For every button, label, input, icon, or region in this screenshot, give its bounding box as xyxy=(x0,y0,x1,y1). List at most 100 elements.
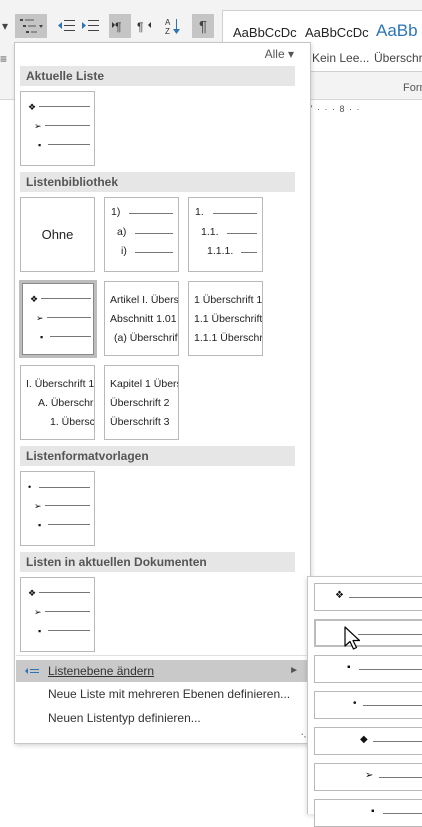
list-number-1-1-1: 1.1.1. xyxy=(207,245,234,257)
current-list-tile[interactable]: ❖ ➢ ▪ xyxy=(20,91,95,166)
pilcrow-icon: ¶ xyxy=(198,17,208,35)
arrow-bullet-icon: ➢ xyxy=(34,607,42,617)
list-tile-bullets-selected[interactable]: ❖ ➢ ▪ xyxy=(19,280,97,358)
define-multilevel-list-item[interactable]: Neue Liste mit mehreren Ebenen definiere… xyxy=(16,683,309,705)
multilevel-list-button[interactable] xyxy=(15,14,47,38)
sort-button[interactable]: AZ xyxy=(162,14,184,38)
list-tile-legal[interactable]: 1. 1.1. 1.1.1. xyxy=(188,197,263,272)
svg-text:¶: ¶ xyxy=(137,20,143,33)
square-bullet-icon: ▪ xyxy=(40,332,44,342)
filter-dropdown[interactable]: Alle ▾ xyxy=(265,47,294,61)
arrow-bullet-icon: ➢ xyxy=(365,770,374,781)
heading-number-line-2: 1.1 Überschrift xyxy=(194,313,263,325)
article-line-2: Abschnitt 1.01 xyxy=(110,313,177,325)
level-5-option[interactable]: ◆ xyxy=(314,727,422,755)
list-number-1: 1) xyxy=(111,206,121,218)
show-formatting-button[interactable]: ¶ xyxy=(192,14,214,38)
svg-text:Z: Z xyxy=(165,27,170,35)
document-list-tile[interactable]: ❖ ➢ ▪ xyxy=(20,577,95,652)
styles-group-label: Form xyxy=(403,82,422,94)
list-level-submenu: ❖ ➢ ▪ • ◆ ➢ ▪ xyxy=(307,576,422,827)
square-bullet-icon: ▪ xyxy=(38,520,42,530)
article-line-1: Artikel I. Übersc xyxy=(110,294,179,306)
diamond-bullet-icon: ❖ xyxy=(28,102,37,112)
change-level-label: Listenebene ändern xyxy=(48,664,155,678)
roman-line-3: 1. Übersc xyxy=(50,416,95,428)
style-preview-standard[interactable]: AaBbCcDc xyxy=(233,25,299,40)
chapter-line-3: Überschrift 3 xyxy=(110,416,170,428)
svg-text:¶: ¶ xyxy=(115,20,121,33)
section-header-styles: Listenformatvorlagen xyxy=(20,446,295,466)
square-bullet-icon: ▪ xyxy=(371,806,375,817)
filter-label: Alle xyxy=(264,47,285,61)
arrow-bullet-icon: ➢ xyxy=(36,313,44,323)
multilevel-list-icon xyxy=(20,19,43,33)
section-header-current: Aktuelle Liste xyxy=(20,66,295,86)
define-list-style-item[interactable]: Neuen Listentyp definieren... xyxy=(16,707,309,729)
level-7-option[interactable]: ▪ xyxy=(314,799,422,827)
mouse-cursor-icon xyxy=(344,626,361,650)
list-number-1-1: 1.1. xyxy=(201,226,219,238)
level-2-option[interactable]: ➢ xyxy=(314,619,422,647)
square-bullet-icon: ▪ xyxy=(38,626,42,636)
style-name-heading: Überschr xyxy=(374,51,422,65)
level-3-option[interactable]: ▪ xyxy=(314,655,422,683)
list-tile-roman-headings[interactable]: I. Überschrift 1 A. Überschr 1. Übersc xyxy=(20,365,95,440)
square-bullet-icon: ▪ xyxy=(347,662,351,673)
list-number-i: i) xyxy=(121,245,127,257)
define-style-label: Neuen Listentyp definieren... xyxy=(48,711,201,725)
resize-grip-icon[interactable]: ⠢ xyxy=(300,730,307,741)
right-to-left-icon: ¶ xyxy=(137,20,151,33)
diamond-bullet-icon: ❖ xyxy=(30,294,39,304)
change-list-level-item[interactable]: Listenebene ändern ► xyxy=(16,660,309,682)
style-preview-no-spacing[interactable]: AaBbCcDc xyxy=(305,25,371,40)
menu-lines-icon: ≡ xyxy=(0,52,8,66)
filter-chevron-icon: ▾ xyxy=(287,47,294,61)
list-number-1-legal: 1. xyxy=(195,206,204,218)
square-bullet-icon: ▪ xyxy=(38,140,42,150)
heading-number-line-1: 1 Überschrift 1 xyxy=(194,294,263,306)
increase-indent-icon xyxy=(82,20,99,31)
arrow-bullet-icon: ➢ xyxy=(34,121,42,131)
section-header-documents: Listen in aktuellen Dokumenten xyxy=(20,552,295,572)
multilevel-list-gallery: Alle ▾ Aktuelle Liste ❖ ➢ ▪ Listenbiblio… xyxy=(14,42,311,744)
level-4-option[interactable]: • xyxy=(314,691,422,719)
article-line-3: (a) Überschrift xyxy=(114,332,179,344)
dot-bullet-icon: • xyxy=(28,482,32,492)
list-style-tile[interactable]: • ➢ ▪ xyxy=(20,471,95,546)
ruler: · 7 · · · 8 · · xyxy=(300,104,361,114)
dot-bullet-icon: • xyxy=(353,698,357,709)
list-tile-chapter-headings[interactable]: Kapitel 1 Übers Überschrift 2 Überschrif… xyxy=(104,365,179,440)
rtl-paragraph-button[interactable]: ¶ xyxy=(133,14,155,38)
list-tile-numbered[interactable]: 1) a) i) xyxy=(104,197,179,272)
increase-indent-button[interactable] xyxy=(80,14,102,38)
diamond-solid-bullet-icon: ◆ xyxy=(360,734,368,745)
none-label: Ohne xyxy=(41,227,74,242)
left-to-right-icon: ¶ xyxy=(112,20,121,33)
section-header-library: Listenbibliothek xyxy=(20,172,295,192)
diamond-bullet-icon: ❖ xyxy=(28,588,37,598)
roman-line-2: A. Überschr xyxy=(38,397,94,409)
chapter-line-1: Kapitel 1 Übers xyxy=(110,378,179,390)
define-multilevel-label: Neue Liste mit mehreren Ebenen definiere… xyxy=(48,687,291,701)
list-number-a: a) xyxy=(117,226,127,238)
style-name-no-spacing: Kein Lee... xyxy=(312,51,370,65)
decrease-indent-icon xyxy=(58,20,75,31)
heading-number-line-3: 1.1.1 Überschr xyxy=(194,332,263,344)
arrow-bullet-icon: ➢ xyxy=(34,501,42,511)
list-tile-articles[interactable]: Artikel I. Übersc Abschnitt 1.01 (a) Übe… xyxy=(104,281,179,356)
submenu-arrow-icon: ► xyxy=(289,665,299,676)
diamond-bullet-icon: ❖ xyxy=(335,590,344,601)
ltr-paragraph-button[interactable]: ¶ xyxy=(109,14,131,38)
menu-divider xyxy=(16,655,309,656)
decrease-indent-button[interactable] xyxy=(56,14,78,38)
list-tile-none[interactable]: Ohne xyxy=(20,197,95,272)
sort-az-icon: AZ xyxy=(165,18,180,35)
style-preview-heading[interactable]: AaBb xyxy=(376,21,422,41)
level-1-option[interactable]: ❖ xyxy=(314,583,422,611)
level-6-option[interactable]: ➢ xyxy=(314,763,422,791)
bullets-dropdown-arrow[interactable]: ▾ xyxy=(0,14,10,38)
roman-line-1: I. Überschrift 1 xyxy=(26,378,95,390)
list-tile-heading-numbers[interactable]: 1 Überschrift 1 1.1 Überschrift 1.1.1 Üb… xyxy=(188,281,263,356)
svg-text:A: A xyxy=(165,18,171,27)
